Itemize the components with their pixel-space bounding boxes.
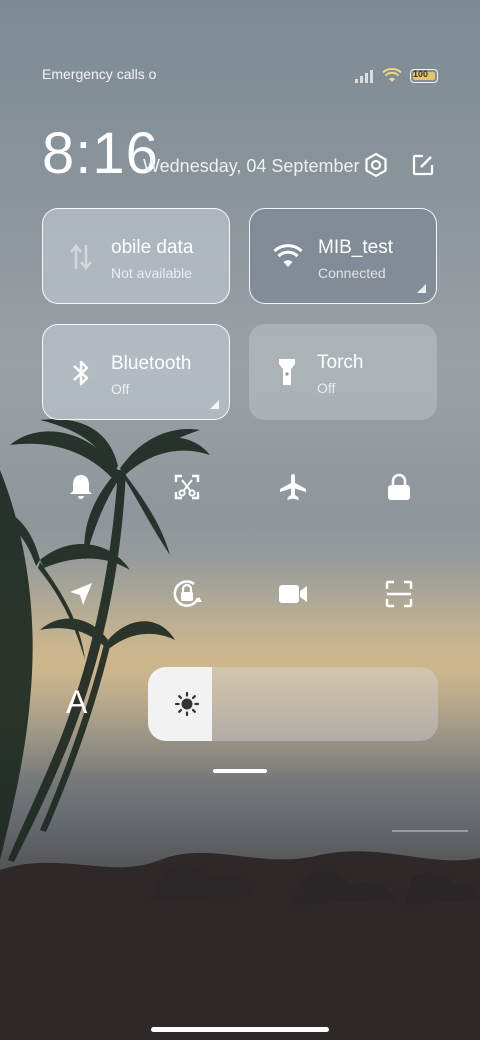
divider-line — [392, 830, 468, 832]
sun-icon — [174, 691, 200, 717]
airplane-icon[interactable] — [269, 463, 317, 511]
wifi-network-name: MIB_test — [318, 237, 393, 258]
torch-icon — [267, 352, 307, 392]
home-indicator[interactable] — [151, 1027, 329, 1032]
bell-icon[interactable] — [57, 463, 105, 511]
bluetooth-title: Bluetooth — [111, 353, 192, 374]
panel-drag-handle[interactable] — [213, 769, 267, 773]
scan-icon[interactable] — [375, 570, 423, 618]
clock-time: 8:16 — [42, 121, 159, 186]
brightness-slider[interactable] — [148, 667, 438, 741]
battery-icon: 100 — [410, 69, 438, 83]
edit-icon[interactable] — [409, 151, 437, 179]
settings-icon[interactable] — [362, 151, 390, 179]
wifi-tile-icon — [268, 237, 308, 277]
torch-title: Torch — [317, 352, 364, 373]
battery-level: 100 — [413, 69, 429, 79]
mobile-data-subtitle: Not available — [111, 265, 192, 281]
torch-status: Off — [317, 380, 336, 396]
screenshot-icon[interactable] — [163, 463, 211, 511]
wifi-tile[interactable]: MIB_test Connected — [249, 208, 437, 304]
date-text: Wednesday, 04 September — [143, 156, 360, 176]
rotation-lock-icon[interactable] — [163, 570, 211, 618]
mobile-data-icon — [61, 237, 101, 277]
mobile-data-title: obile data — [111, 237, 194, 258]
emergency-calls-text: Emergency calls o — [42, 66, 157, 82]
expand-corner-icon — [210, 400, 219, 409]
bluetooth-status: Off — [111, 381, 130, 397]
expand-corner-icon — [417, 284, 426, 293]
torch-tile[interactable]: Torch Off — [249, 324, 437, 420]
wifi-status: Connected — [318, 265, 386, 281]
lock-icon[interactable] — [375, 463, 423, 511]
status-bar: Emergency calls o 100 — [42, 66, 438, 88]
mobile-data-tile[interactable]: obile data Not available — [42, 208, 230, 304]
video-camera-icon[interactable] — [269, 570, 317, 618]
location-icon[interactable] — [57, 570, 105, 618]
signal-icon — [355, 70, 373, 83]
auto-brightness-button[interactable]: A — [66, 684, 87, 721]
bluetooth-icon — [61, 353, 101, 393]
wifi-icon — [382, 68, 402, 82]
bluetooth-tile[interactable]: Bluetooth Off — [42, 324, 230, 420]
